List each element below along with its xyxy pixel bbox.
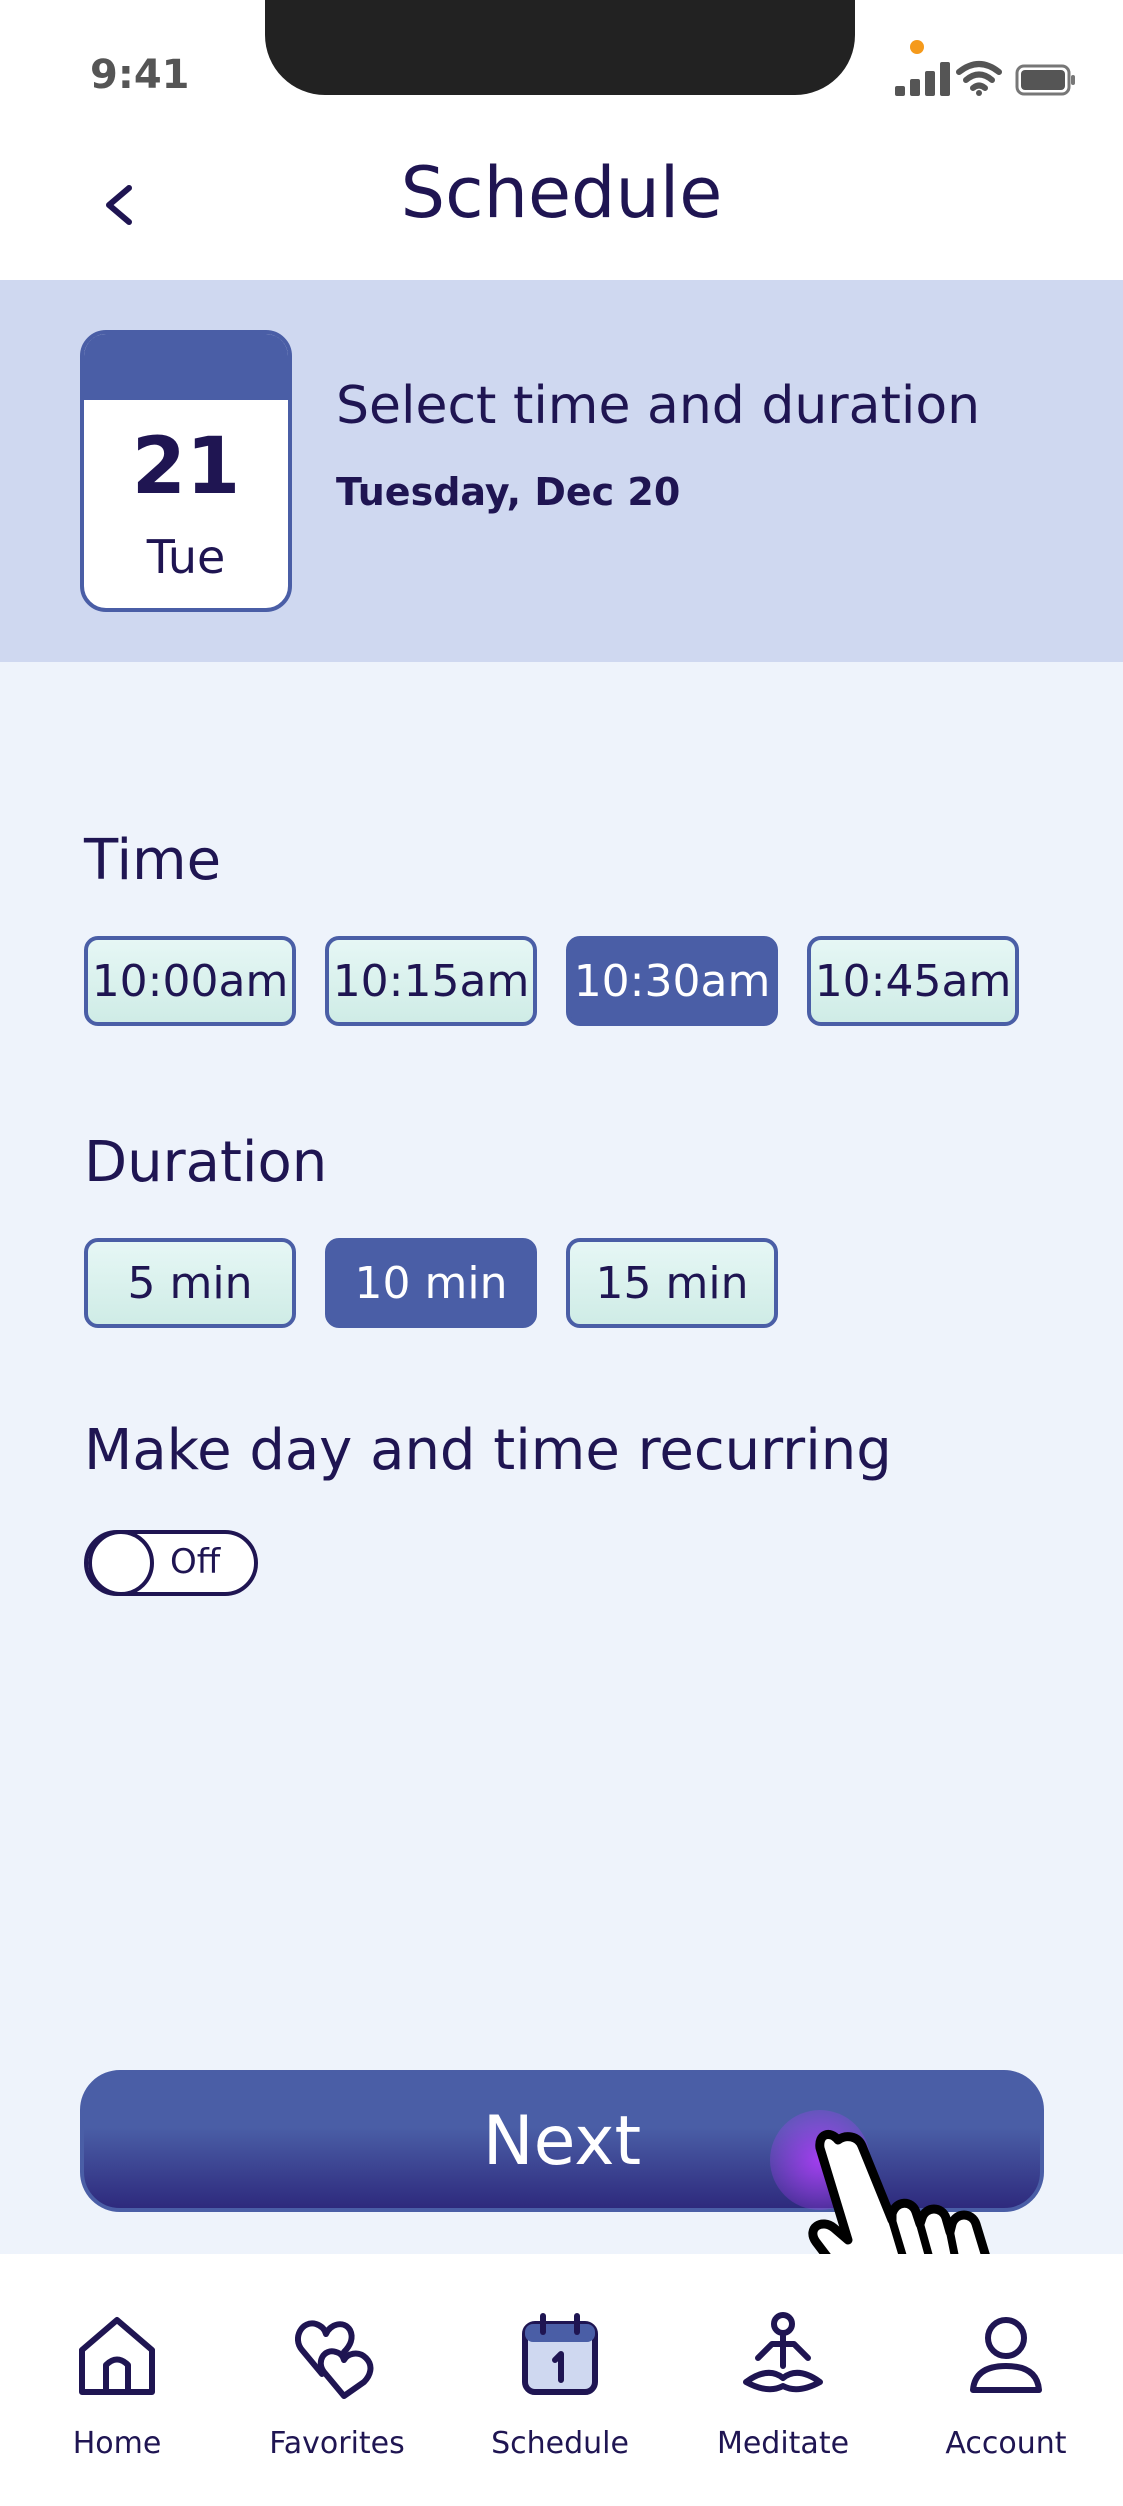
tab-home[interactable]: Home [5,2254,229,2506]
date-banner: 21 Tue Select time and duration Tuesday,… [0,280,1123,662]
tab-bar: Home Favorites Schedule Meditate Account [0,2254,1123,2506]
time-option-1000[interactable]: 10:00am [84,936,296,1026]
status-bar: 9:41 [0,0,1123,130]
calendar-day-name: Tue [146,530,226,584]
calendar-icon [522,2313,598,2395]
tab-schedule[interactable]: Schedule [448,2254,672,2506]
toggle-knob [88,1530,154,1596]
meditate-icon [743,2312,823,2393]
time-option-1030-selected[interactable]: 10:30am [566,936,778,1026]
battery-icon [1015,64,1075,96]
toggle-state-label: Off [170,1542,221,1582]
status-time: 9:41 [90,52,190,98]
duration-option-15[interactable]: 15 min [566,1238,778,1328]
privacy-indicator-dot [910,40,924,54]
duration-section-label: Duration [84,1130,328,1195]
tab-favorites[interactable]: Favorites [225,2254,449,2506]
calendar-card-header [84,334,288,400]
nav-header: Schedule [0,130,1123,280]
device-notch [265,0,855,95]
tab-schedule-label: Schedule [491,2426,629,2461]
recurring-label: Make day and time recurring [84,1418,892,1483]
wifi-icon [956,61,1002,96]
banner-date: Tuesday, Dec 20 [336,470,681,514]
page-title: Schedule [400,152,723,234]
tab-account[interactable]: Account [894,2254,1118,2506]
calendar-date-card: 21 Tue [80,330,292,612]
time-section-label: Time [84,828,222,893]
banner-title: Select time and duration [336,376,981,436]
home-icon [79,2317,155,2395]
duration-option-5[interactable]: 5 min [84,1238,296,1328]
tab-account-label: Account [945,2426,1067,2461]
hearts-icon [295,2320,374,2399]
signal-icon [895,62,950,96]
tab-home-label: Home [72,2426,162,2461]
tab-favorites-label: Favorites [269,2426,405,2461]
calendar-day-number: 21 [131,422,241,512]
time-option-1015[interactable]: 10:15am [325,936,537,1026]
account-icon [970,2317,1042,2393]
tab-meditate[interactable]: Meditate [671,2254,895,2506]
duration-option-10-selected[interactable]: 10 min [325,1238,537,1328]
time-option-1045[interactable]: 10:45am [807,936,1019,1026]
recurring-toggle[interactable]: Off [84,1530,258,1596]
tab-meditate-label: Meditate [716,2426,850,2461]
